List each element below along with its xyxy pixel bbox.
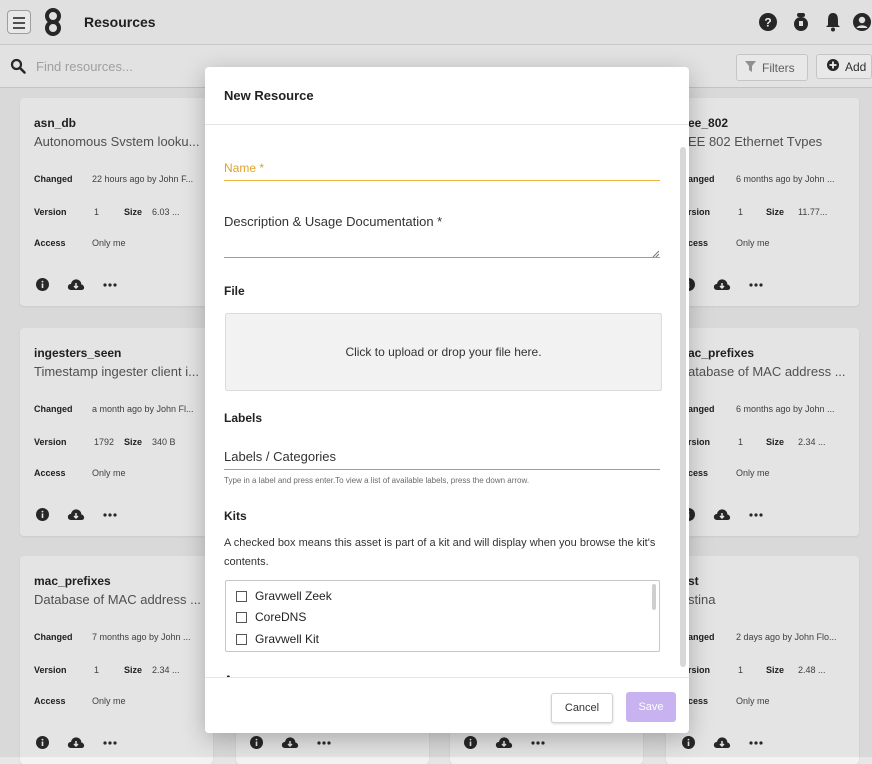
- kit-checkbox-item[interactable]: Gravwell Kit: [236, 632, 319, 646]
- name-field-underline: [224, 180, 660, 181]
- cancel-button[interactable]: Cancel: [551, 693, 613, 723]
- file-heading: File: [224, 284, 245, 298]
- name-field[interactable]: Name *: [224, 161, 264, 175]
- checkbox[interactable]: [236, 633, 247, 645]
- save-button[interactable]: Save: [626, 692, 676, 722]
- labels-heading: Labels: [224, 411, 263, 425]
- description-field-underline: [224, 257, 660, 258]
- labels-input-underline: [224, 469, 660, 470]
- dialog-footer: Cancel Save: [205, 677, 689, 733]
- kit-checkbox-item[interactable]: CoreDNS: [236, 610, 306, 624]
- kits-list-scrollbar[interactable]: [652, 584, 656, 610]
- checkbox[interactable]: [236, 590, 247, 602]
- kit-label: CoreDNS: [255, 610, 307, 624]
- kit-label: Gravwell Kit: [255, 632, 320, 646]
- kits-list[interactable]: Gravwell Zeek CoreDNS Gravwell Kit: [225, 580, 660, 652]
- dialog-scrollbar[interactable]: [680, 147, 686, 667]
- dialog-header: New Resource: [205, 67, 689, 125]
- labels-help-text: Type in a label and press enter.To view …: [224, 476, 530, 485]
- kits-heading: Kits: [224, 509, 247, 523]
- kits-description: A checked box means this asset is part o…: [224, 537, 656, 568]
- textarea-resize-icon[interactable]: [651, 245, 660, 263]
- kit-checkbox-item[interactable]: Gravwell Zeek: [236, 589, 332, 603]
- kit-label: Gravwell Zeek: [255, 589, 332, 603]
- new-resource-dialog: New Resource Name * Description & Usage …: [205, 67, 689, 733]
- dropzone-text: Click to upload or drop your file here.: [345, 345, 542, 359]
- file-dropzone[interactable]: Click to upload or drop your file here.: [225, 313, 662, 391]
- dialog-title: New Resource: [224, 88, 314, 103]
- description-field[interactable]: Description & Usage Documentation *: [224, 214, 442, 229]
- labels-input[interactable]: Labels / Categories: [224, 449, 336, 464]
- checkbox[interactable]: [236, 611, 247, 623]
